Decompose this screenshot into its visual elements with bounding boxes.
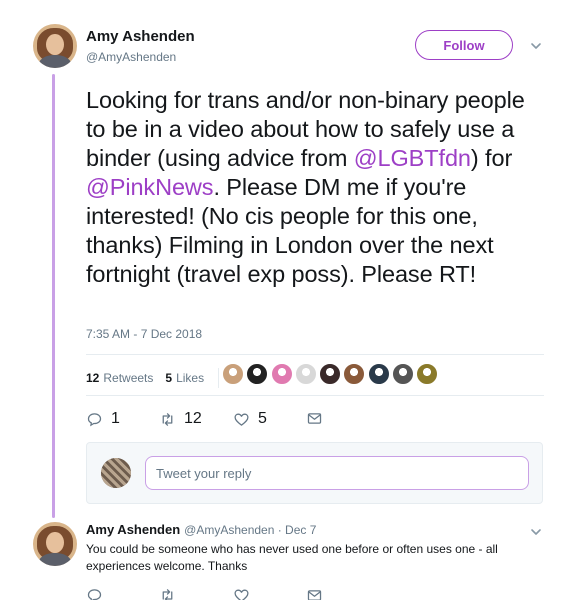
chevron-down-icon[interactable]: [530, 40, 542, 52]
retweet-count: 12: [184, 410, 202, 427]
liker-avatar-6[interactable]: [343, 363, 366, 385]
likes-count: 5: [165, 371, 173, 385]
reply-action[interactable]: [86, 587, 111, 600]
envelope-icon: [307, 590, 322, 600]
retweet-action[interactable]: 12: [159, 410, 202, 428]
heart-icon: [234, 589, 249, 600]
retweet-action[interactable]: [159, 587, 184, 600]
envelope-icon: [307, 413, 322, 424]
follow-button[interactable]: Follow: [415, 30, 513, 60]
mention-link[interactable]: @LGBTfdn: [354, 145, 471, 171]
liker-avatar-4[interactable]: [294, 363, 317, 385]
reply-action[interactable]: 1: [86, 410, 120, 428]
retweet-icon: [162, 589, 173, 600]
reply-count: 1: [111, 410, 120, 427]
liker-avatar-5[interactable]: [319, 363, 342, 385]
reply-icon: [87, 589, 102, 600]
like-action[interactable]: 5: [233, 410, 267, 428]
reply-text: You could be someone who has never used …: [86, 542, 498, 573]
liker-avatar-8[interactable]: [392, 363, 415, 385]
reply-composer: [86, 442, 543, 504]
like-count: 5: [258, 410, 267, 427]
reply-author-name[interactable]: Amy Ashenden: [86, 522, 180, 537]
divider: [86, 354, 544, 355]
like-action[interactable]: [233, 587, 258, 600]
message-action[interactable]: [306, 587, 331, 600]
liker-avatars: [222, 363, 441, 385]
author-name[interactable]: Amy Ashenden: [86, 28, 195, 45]
reply-meta[interactable]: @AmyAshenden · Dec 7: [184, 523, 316, 537]
divider: [86, 395, 544, 396]
stats-separator: [218, 368, 220, 388]
avatar[interactable]: [33, 24, 77, 68]
likes-stat[interactable]: 5 Likes: [165, 371, 204, 385]
thread-line: [52, 74, 55, 518]
tweet-text: Looking for trans and/or non-binary peop…: [86, 86, 546, 289]
heart-icon: [234, 413, 249, 426]
tweet-reply-input[interactable]: [145, 456, 529, 490]
retweets-stat[interactable]: 12 Retweets: [86, 371, 153, 385]
reply-icon: [87, 412, 102, 426]
tweet-stats: 12 Retweets 5 Likes: [86, 368, 229, 388]
likes-label: Likes: [176, 371, 205, 385]
tweet-text-part: ) for: [470, 145, 513, 171]
liker-avatar-2[interactable]: [246, 363, 269, 385]
chevron-down-icon[interactable]: [530, 526, 542, 538]
tweet-timestamp[interactable]: 7:35 AM - 7 Dec 2018: [86, 327, 202, 341]
liker-avatar-1[interactable]: [222, 363, 244, 385]
user-avatar: [101, 458, 131, 488]
liker-avatar-7[interactable]: [367, 363, 390, 385]
mention-link[interactable]: @PinkNews: [86, 174, 214, 200]
avatar[interactable]: [33, 522, 77, 566]
retweets-count: 12: [86, 371, 100, 385]
reply-header: Amy Ashenden @AmyAshenden · Dec 7: [86, 522, 316, 537]
retweet-icon: [162, 412, 173, 426]
author-handle[interactable]: @AmyAshenden: [86, 50, 176, 64]
liker-avatar-9[interactable]: [416, 363, 439, 385]
liker-avatar-3[interactable]: [270, 363, 293, 385]
message-action[interactable]: [306, 410, 331, 427]
retweets-label: Retweets: [103, 371, 154, 385]
